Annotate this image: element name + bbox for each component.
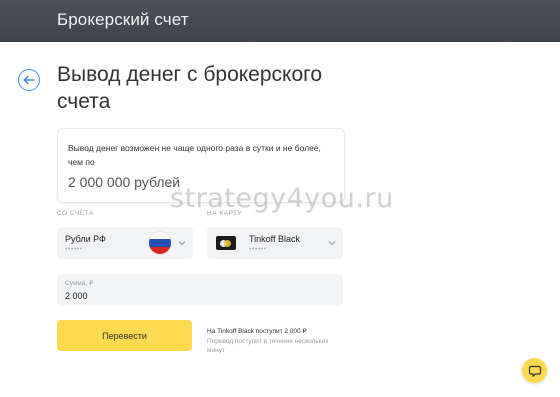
russia-flag-icon (149, 232, 171, 254)
chat-icon (528, 365, 541, 377)
arrow-left-icon (23, 75, 35, 85)
limit-info-text: Вывод денег возможен не чаще одного раза… (68, 143, 321, 167)
to-card-number: •••••• (249, 246, 267, 253)
from-account-label: СО СЧЕТА (57, 210, 94, 217)
page-title: Вывод денег с брокерского счета (57, 63, 323, 113)
transfer-button[interactable]: Перевести (57, 320, 192, 351)
timing-note: Перевод поступит в течение нескольких ми… (207, 338, 329, 354)
card-icon (216, 236, 236, 250)
chevron-down-icon (178, 241, 186, 246)
received-note: На Tinkoff Black поступит 2 000 ₽ (207, 328, 307, 335)
limit-info-amount: 2 000 000 рублей (68, 174, 181, 190)
top-bar: Брокерский счет (0, 0, 560, 42)
header-title: Брокерский счет (57, 10, 189, 29)
to-card-title: Tinkoff Black (249, 234, 301, 244)
watermark: strategy4you.ru (170, 183, 394, 214)
to-card-select[interactable]: Tinkoff Black •••••• (207, 227, 343, 259)
amount-value[interactable]: 2 000 (65, 291, 88, 301)
back-button[interactable] (18, 69, 40, 91)
amount-field[interactable]: Сумма, ₽ 2 000 (57, 274, 343, 305)
from-account-title: Рубли РФ (65, 234, 106, 244)
amount-label: Сумма, ₽ (65, 280, 94, 287)
chevron-down-icon (328, 241, 336, 246)
from-account-select[interactable]: Рубли РФ •••••• (57, 227, 193, 259)
from-account-number: •••••• (65, 246, 83, 253)
chat-button[interactable] (522, 358, 547, 383)
